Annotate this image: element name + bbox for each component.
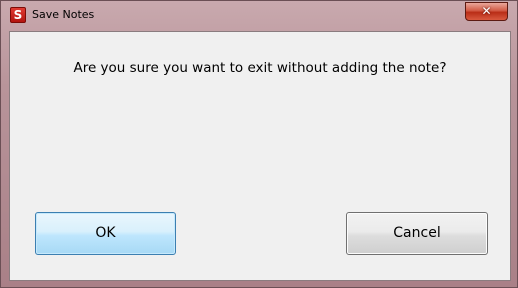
cancel-button[interactable]: Cancel <box>346 212 488 255</box>
dialog-body: Are you sure you want to exit without ad… <box>9 31 511 281</box>
title-bar[interactable]: S Save Notes ✕ <box>1 1 517 31</box>
dialog-window: S Save Notes ✕ Are you sure you want to … <box>0 0 518 288</box>
window-title: Save Notes <box>32 8 95 21</box>
ok-button[interactable]: OK <box>35 212 176 255</box>
confirmation-message: Are you sure you want to exit without ad… <box>73 60 447 76</box>
close-button[interactable]: ✕ <box>465 2 508 21</box>
app-logo-icon: S <box>10 7 26 23</box>
close-icon: ✕ <box>481 4 492 18</box>
